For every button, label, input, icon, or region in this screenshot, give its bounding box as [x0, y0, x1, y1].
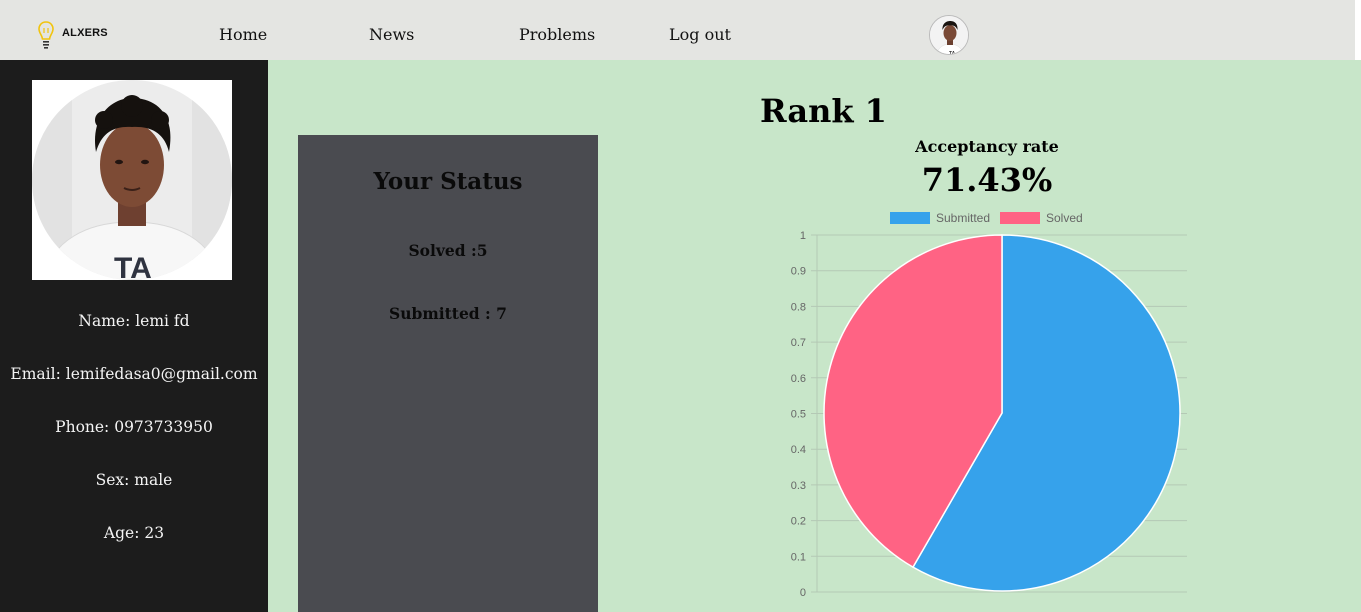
y-tick-label: 0.9: [791, 266, 806, 278]
profile-portrait-image: TA: [32, 80, 232, 280]
acceptancy-label: Acceptancy rate: [915, 137, 1059, 156]
y-tick-label: 0: [800, 587, 806, 599]
profile-sidebar: TA Name: lemi fd Email: lemifedasa0@gmai…: [0, 60, 268, 612]
svg-text:TA: TA: [949, 51, 956, 55]
nav-logout-link[interactable]: Log out: [669, 25, 731, 44]
legend-label-solved: Solved: [1046, 211, 1083, 225]
profile-phone: Phone: 0973733950: [55, 418, 213, 436]
brand-name: ALXERS: [62, 27, 108, 39]
y-tick-label: 0.4: [791, 444, 806, 456]
nav-home-link[interactable]: Home: [219, 25, 267, 44]
profile-name: Name: lemi fd: [78, 312, 190, 330]
profile-email: Email: lemifedasa0@gmail.com: [10, 365, 258, 383]
y-tick-label: 0.5: [791, 409, 806, 421]
chart-legend: Submitted Solved: [890, 211, 1083, 225]
y-tick-label: 1: [800, 230, 806, 242]
profile-age: Age: 23: [103, 524, 165, 542]
chart-slices: [823, 234, 1181, 592]
brand-logo[interactable]: ALXERS: [38, 20, 108, 50]
top-navbar: ALXERS Home News Problems Log out TA: [0, 0, 1355, 60]
profile-sex: Sex: male: [95, 471, 173, 489]
y-tick-label: 0.2: [791, 516, 806, 528]
status-panel: Your Status Solved :5 Submitted : 7: [298, 135, 598, 612]
solved-count: Solved :5: [408, 241, 488, 260]
y-tick-label: 0.3: [791, 480, 806, 492]
acceptancy-pie-chart: Submitted Solved 0 0.1 0.2 0.3 0.4 0.5 0.6 0.7 0.…: [791, 211, 1187, 599]
y-tick-label: 0.7: [791, 337, 806, 349]
legend-swatch-solved[interactable]: [1000, 212, 1040, 224]
chart-y-ticks: 0 0.1 0.2 0.3 0.4 0.5 0.6 0.7 0.8 0.9 1: [791, 230, 806, 599]
submitted-count: Submitted : 7: [389, 304, 507, 323]
nav-news-link[interactable]: News: [369, 25, 414, 44]
status-title: Your Status: [373, 168, 523, 195]
rank-heading: Rank 1: [760, 92, 887, 130]
legend-label-submitted: Submitted: [936, 211, 990, 225]
window-edge: [1355, 0, 1361, 60]
nav-problems-link[interactable]: Problems: [519, 25, 595, 44]
acceptancy-value: 71.43%: [921, 161, 1053, 199]
avatar-image: TA: [930, 16, 968, 55]
lightbulb-logo-icon: [38, 21, 54, 49]
y-tick-label: 0.8: [791, 301, 806, 313]
y-tick-label: 0.6: [791, 373, 806, 385]
svg-text:TA: TA: [114, 252, 152, 280]
user-avatar[interactable]: TA: [929, 15, 969, 55]
legend-swatch-submitted[interactable]: [890, 212, 930, 224]
profile-photo: TA: [32, 80, 232, 280]
y-tick-label: 0.1: [791, 551, 806, 563]
